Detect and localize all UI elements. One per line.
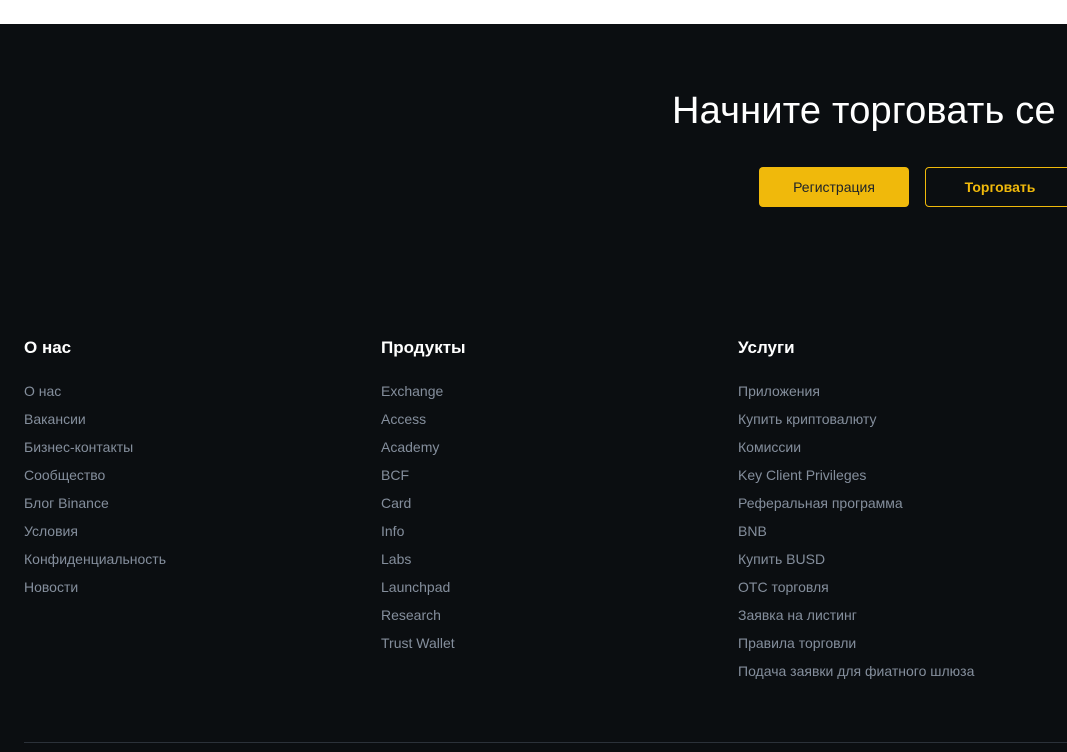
- footer-link[interactable]: Конфиденциальность: [24, 545, 166, 573]
- footer: Начните торговать се Регистрация Торгова…: [0, 24, 1067, 752]
- footer-link[interactable]: Подача заявки для фиатного шлюза: [738, 657, 974, 685]
- footer-link[interactable]: Комиссии: [738, 433, 974, 461]
- footer-link[interactable]: OTC торговля: [738, 573, 974, 601]
- footer-column-products: Продукты Exchange Access Academy BCF Car…: [381, 337, 466, 657]
- services-links: Приложения Купить криптовалюту Комиссии …: [738, 377, 974, 685]
- register-button[interactable]: Регистрация: [759, 167, 909, 207]
- footer-link[interactable]: Card: [381, 489, 466, 517]
- footer-link[interactable]: Купить BUSD: [738, 545, 974, 573]
- footer-link[interactable]: Exchange: [381, 377, 466, 405]
- footer-link[interactable]: О нас: [24, 377, 166, 405]
- footer-link[interactable]: Заявка на листинг: [738, 601, 974, 629]
- footer-column-about: О нас О нас Вакансии Бизнес-контакты Соо…: [24, 337, 166, 601]
- footer-link[interactable]: Key Client Privileges: [738, 461, 974, 489]
- footer-column-services: Услуги Приложения Купить криптовалюту Ко…: [738, 337, 974, 685]
- footer-link[interactable]: Launchpad: [381, 573, 466, 601]
- footer-link[interactable]: BNB: [738, 517, 974, 545]
- cta-title: Начните торговать се: [672, 90, 1056, 132]
- footer-link[interactable]: Новости: [24, 573, 166, 601]
- footer-link[interactable]: Реферальная программа: [738, 489, 974, 517]
- footer-link[interactable]: Сообщество: [24, 461, 166, 489]
- top-white-strip: [0, 0, 1067, 24]
- trade-button[interactable]: Торговать: [925, 167, 1067, 207]
- footer-link[interactable]: Купить криптовалюту: [738, 405, 974, 433]
- footer-link[interactable]: Правила торговли: [738, 629, 974, 657]
- about-links: О нас Вакансии Бизнес-контакты Сообществ…: [24, 377, 166, 601]
- footer-divider: [24, 742, 1067, 743]
- footer-link[interactable]: Labs: [381, 545, 466, 573]
- footer-link[interactable]: Бизнес-контакты: [24, 433, 166, 461]
- footer-link[interactable]: Research: [381, 601, 466, 629]
- footer-link[interactable]: BCF: [381, 461, 466, 489]
- column-heading-products: Продукты: [381, 338, 466, 357]
- footer-link[interactable]: Вакансии: [24, 405, 166, 433]
- footer-link[interactable]: Условия: [24, 517, 166, 545]
- footer-link[interactable]: Info: [381, 517, 466, 545]
- footer-link[interactable]: Trust Wallet: [381, 629, 466, 657]
- products-links: Exchange Access Academy BCF Card Info La…: [381, 377, 466, 657]
- column-heading-about: О нас: [24, 338, 72, 357]
- footer-link[interactable]: Access: [381, 405, 466, 433]
- column-heading-services: Услуги: [738, 338, 795, 357]
- footer-link[interactable]: Блог Binance: [24, 489, 166, 517]
- footer-link[interactable]: Academy: [381, 433, 466, 461]
- footer-link[interactable]: Приложения: [738, 377, 974, 405]
